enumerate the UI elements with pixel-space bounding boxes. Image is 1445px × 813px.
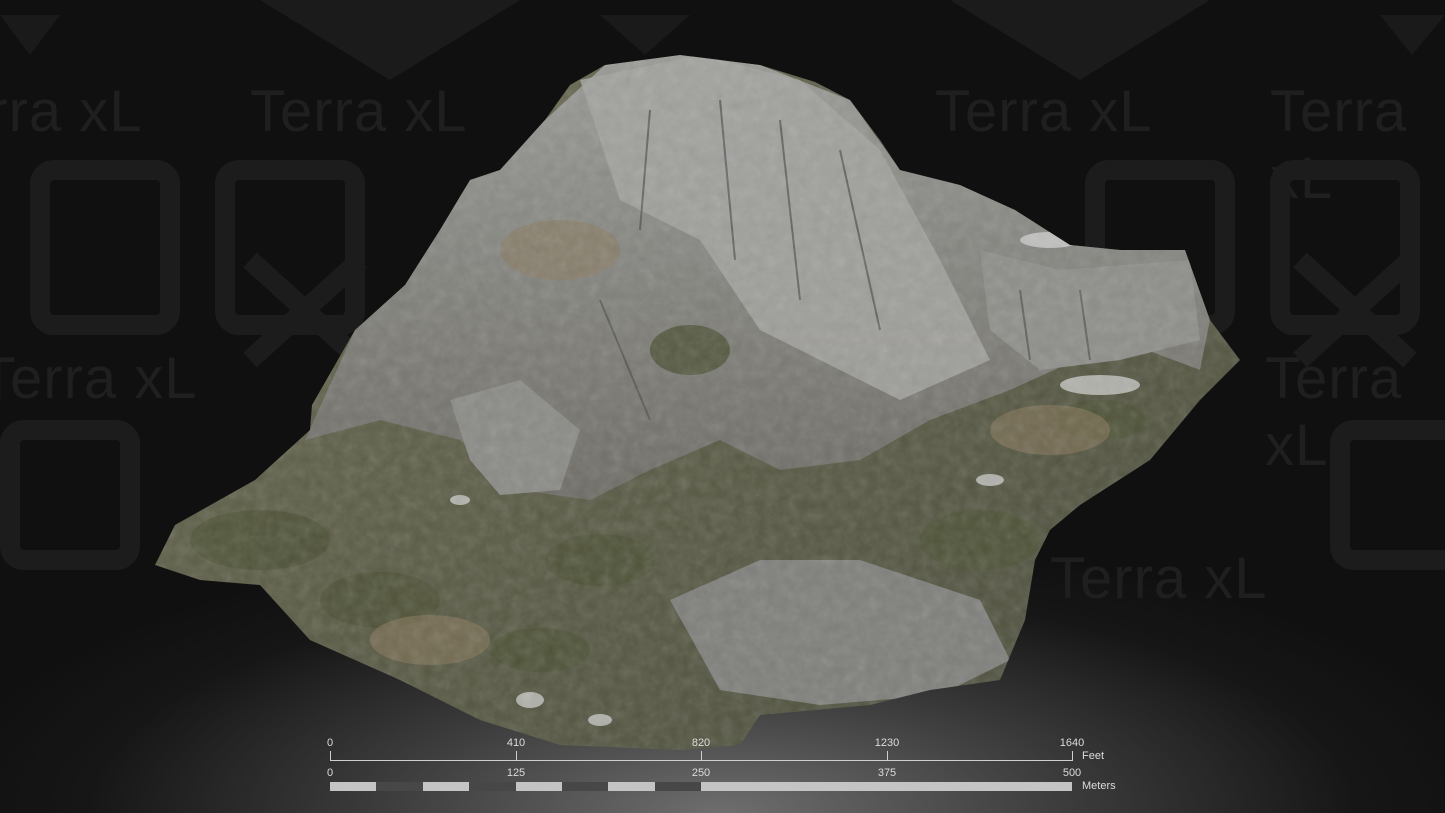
3d-viewport[interactable]: Terra xL Terra xL Terra xL Terra xL Terr… — [0, 0, 1445, 813]
mountain-terrain-model[interactable] — [0, 0, 1445, 813]
